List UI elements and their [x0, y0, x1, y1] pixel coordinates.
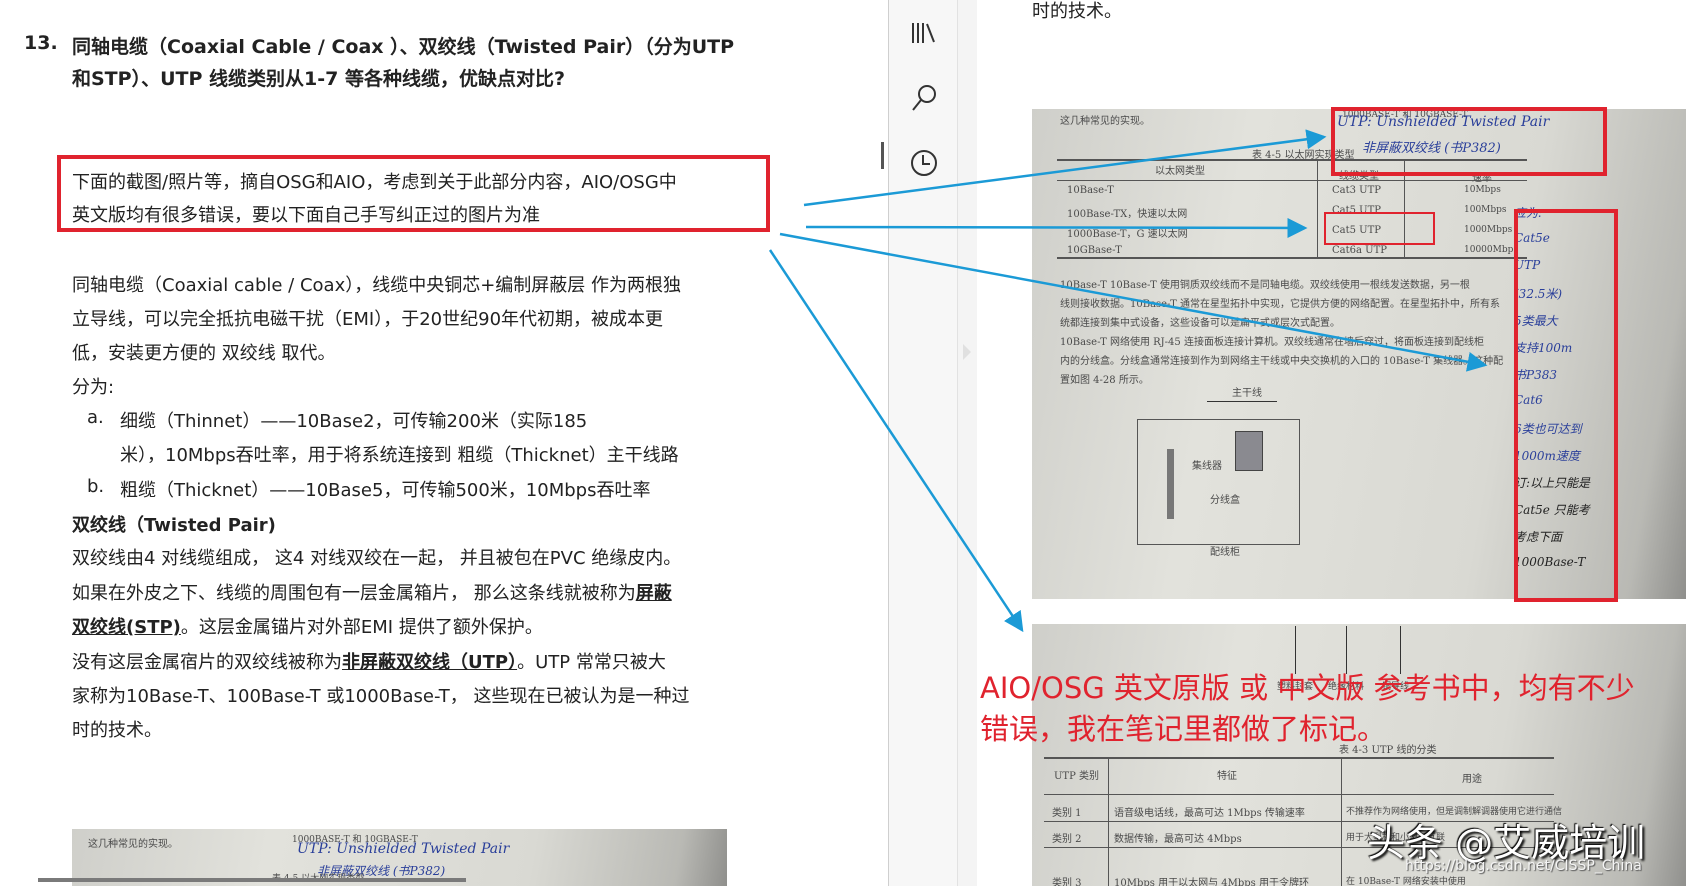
twisted-pair-heading: 双绞线（Twisted Pair)	[72, 515, 276, 536]
list-item-a-line1: 细缆（Thinnet）——10Base2，可传输200米（实际185	[120, 411, 588, 432]
coax-paragraph-line1: 同轴电缆（Coaxial cable / Coax），线缆中央铜芯+编制屏蔽层 …	[72, 275, 682, 296]
speed-cell: 10000Mbp	[1464, 245, 1514, 255]
utp-feature-cell: 语音级电话线，最高可达 1Mbps 传输速率	[1114, 808, 1305, 819]
tp-line1: 双绞线由4 对线缆组成， 这4 对线双绞在一起， 并且被包在PVC 绝缘皮内。	[72, 548, 682, 569]
library-icon[interactable]	[909, 18, 939, 48]
note-line1: 下面的截图/照片等，摘自OSG和AIO，考虑到关于此部分内容，AIO/OSG中	[72, 172, 677, 193]
speed-cell: 10Mbps	[1464, 185, 1501, 195]
photo-paragraph-line: 内的分线盒。分线盒通常连接到作为到网络主干线或中央交换机的入口的 10Base-…	[1060, 356, 1504, 367]
tp-line4-tail: 。UTP 常常只被大	[517, 652, 666, 673]
tp-line4: 没有这层金属宿片的双绞线被称为非屏蔽双绞线（UTP）。UTP 常常只被大	[72, 648, 666, 674]
utp-category-cell: 类别 3	[1052, 878, 1082, 886]
speed-cell: 100Mbps	[1464, 205, 1507, 215]
list-marker-a: a.	[87, 407, 104, 428]
coax-paragraph-line3: 低，安装更方便的 双绞线 取代。	[72, 343, 336, 364]
diagram-hub-label: 集线器	[1192, 461, 1222, 472]
annotation-box-utp	[1331, 107, 1607, 176]
stp-term-part1: 屏蔽	[635, 583, 672, 604]
photo-paragraph-line: 10Base-T 10Base-T 使用铜质双绞线而不是同轴电缆。双绞线使用一根…	[1060, 280, 1470, 291]
annotation-box-side-note	[1514, 209, 1618, 602]
trunk-line	[1207, 401, 1277, 402]
diagram-box-label: 分线盒	[1210, 495, 1240, 506]
overlay-note-line1: AIO/OSG 英文原版 或 中文版 参考书中，均有不少	[980, 671, 1635, 705]
horizontal-scrollbar[interactable]	[38, 878, 466, 882]
document-left-page: 13. 同轴电缆（Coaxial Cable / Coax ）、双绞线（Twis…	[0, 0, 888, 886]
list-item-a-line2: 米），10Mbps吞吐率，用于将系统连接到 粗缆（Thicknet）主干线路	[120, 445, 679, 466]
question-title-line1: 同轴电缆（Coaxial Cable / Coax ）、双绞线（Twisted …	[72, 36, 735, 58]
utp-category-cell: 类别 1	[1052, 808, 1082, 819]
right-top-text: 时的技术。	[1032, 1, 1122, 22]
list-item-b: 粗缆（Thicknet）——10Base5，可传输500米，10Mbps吞吐率	[120, 480, 651, 501]
ethernet-type-cell: 100Base-TX，快速以太网	[1067, 209, 1188, 220]
source-url: https://blog.csdn.net/CISSP_China	[1405, 858, 1642, 874]
diagram-trunk-label: 主干线	[1232, 388, 1262, 399]
search-icon[interactable]	[909, 83, 939, 113]
photo-paragraph-line: 线则接收数据。10Base-T 通常在星型拓扑中实现，它提供方便的网络配置。在星…	[1060, 299, 1500, 310]
reader-sidebar	[888, 0, 958, 886]
handwritten-utp-note: UTP: Unshielded Twisted Pair	[297, 841, 510, 857]
diagram-cabinet-label: 配线柜	[1210, 547, 1240, 558]
photo-paragraph-line: 10Base-T 网络使用 RJ-45 连接面板连接计算机。双绞线通常在墙后穿过…	[1060, 337, 1484, 348]
diagram-frame	[1137, 419, 1300, 545]
tp-line6: 时的技术。	[72, 720, 162, 741]
tp-line4-text: 没有这层金属宿片的双绞线被称为	[72, 652, 342, 673]
photo-paragraph-line: 置如图 4-28 所示。	[1060, 375, 1149, 386]
question-title-line2: 和STP）、UTP 线缆类别从1-7 等各种线缆，优缺点对比?	[72, 68, 565, 90]
utp-term: 非屏蔽双绞线（UTP）	[342, 652, 518, 673]
history-icon[interactable]	[909, 148, 939, 178]
vertical-scrollbar-thumb[interactable]	[881, 142, 884, 169]
divided-label: 分为:	[72, 377, 115, 398]
photo-paragraph-line: 统都连接到集中式设备，这些设备可以是扁平式或层次式配置。	[1060, 318, 1340, 329]
utp-use-cell: 在 10Base-T 网络安装中使用	[1346, 877, 1466, 886]
ethernet-type-cell: 1000Base-T，G 速以太网	[1067, 229, 1188, 240]
cable-type-cell: Cat6a UTP	[1332, 245, 1387, 256]
tp-line2-text: 如果在外皮之下、线缆的周围包有一层金属箱片， 那么这条线就被称为	[72, 583, 636, 604]
ethernet-type-cell: 10Base-T	[1067, 185, 1114, 196]
cable-type-cell: Cat3 UTP	[1332, 185, 1381, 196]
page-gutter	[958, 0, 977, 886]
expand-chevron-icon[interactable]	[961, 342, 973, 362]
tp-line5: 家称为10Base-T、100Base-T 或1000Base-T， 这些现在已…	[72, 686, 690, 707]
coax-paragraph-line2: 立导线，可以完全抵抗电磁干扰（EMI），于20世纪90年代初期，被成本更	[72, 309, 664, 330]
list-marker-b: b.	[87, 476, 105, 497]
col-utp-category: UTP 类别	[1054, 771, 1100, 782]
photo-intro-text: 这几种常见的实现。	[88, 839, 178, 850]
col-feature: 特征	[1217, 771, 1237, 782]
tp-line3-text: 。这层金属锚片对外部EMI 提供了额外保护。	[180, 617, 543, 638]
utp-feature-cell: 数据传输，最高可达 4Mbps	[1114, 834, 1242, 845]
stp-term-part2: 双绞线(STP)	[72, 617, 181, 638]
overlay-note-line2: 错误，我在笔记里都做了标记。	[980, 712, 1387, 746]
annotation-box-cat5	[1324, 212, 1435, 245]
col-use: 用途	[1462, 774, 1482, 785]
question-number: 13.	[24, 32, 58, 54]
utp-category-cell: 类别 2	[1052, 834, 1082, 845]
tp-line2: 如果在外皮之下、线缆的周围包有一层金属箱片， 那么这条线就被称为屏蔽	[72, 579, 672, 605]
note-line2: 英文版均有很多错误，要以下面自己手写纠正过的图片为准	[72, 205, 540, 226]
patch-panel-icon	[1167, 449, 1174, 519]
speed-cell: 1000Mbps	[1464, 225, 1513, 235]
tp-line3: 双绞线(STP)。这层金属锚片对外部EMI 提供了额外保护。	[72, 613, 543, 639]
utp-feature-cell: 10Mbps 用于以太网与 4Mbps 用于令牌环	[1114, 878, 1309, 886]
col-ethernet-type: 以太网类型	[1155, 166, 1205, 177]
ethernet-type-cell: 10GBase-T	[1067, 245, 1122, 256]
hub-device-icon	[1235, 431, 1263, 471]
photo-intro-text: 这几种常见的实现。	[1060, 116, 1150, 127]
